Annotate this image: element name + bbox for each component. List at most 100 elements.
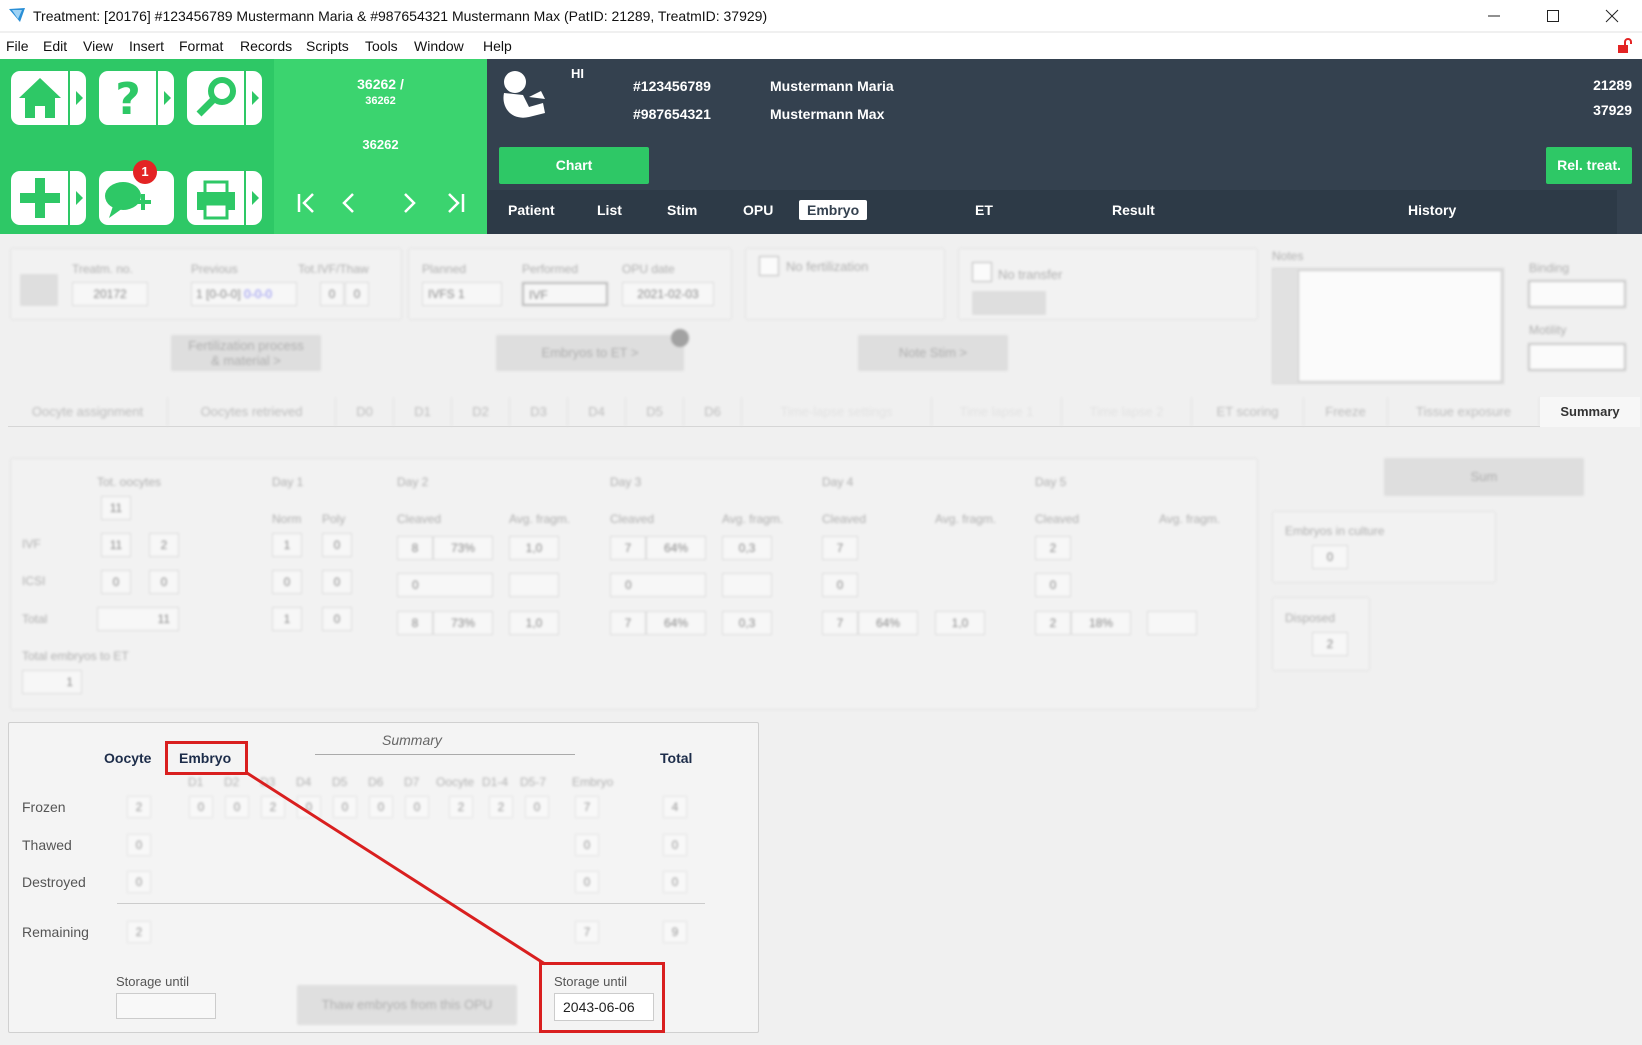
col-d5-7: D5-7	[520, 775, 547, 789]
stat-cell: 0,3	[722, 536, 772, 560]
tab-opu[interactable]: OPU	[743, 202, 773, 218]
menu-file[interactable]: File	[6, 38, 29, 54]
previous-field[interactable]: 1 [0-0-0] 0-0-0	[191, 282, 297, 306]
tab-list[interactable]: List	[597, 202, 622, 218]
menu-records[interactable]: Records	[240, 38, 292, 54]
last-record-icon[interactable]	[444, 192, 466, 214]
tab-history[interactable]: History	[1408, 202, 1456, 218]
thaw-embryos-button[interactable]: Thaw embryos from this OPU	[297, 985, 517, 1025]
avg-fragm-label-d5: Avg. fragm.	[1159, 512, 1221, 526]
fert-button-line2: & material >	[211, 353, 281, 368]
ivf-row-label: IVF	[22, 537, 41, 551]
tot-thaw-field[interactable]: 0	[345, 282, 369, 306]
subtab-oocytes-retrieved[interactable]: Oocytes retrieved	[168, 397, 336, 427]
no-fertilization-checkbox[interactable]	[759, 256, 779, 276]
treatm-id: 37929	[1593, 102, 1632, 118]
previous-link[interactable]: 0-0-0	[244, 287, 272, 301]
tot-oocytes-field: 11	[101, 496, 131, 520]
note-stim-button[interactable]: Note Stim >	[858, 335, 1008, 371]
stat-cell: 64%	[646, 536, 706, 560]
subtab-d1[interactable]: D1	[394, 397, 452, 427]
performed-field[interactable]: IVF	[522, 282, 608, 306]
subtab-freeze[interactable]: Freeze	[1304, 397, 1388, 427]
embryos-to-et-button[interactable]: Embryos to ET >	[496, 335, 684, 371]
treatm-no-field[interactable]: 20172	[72, 282, 148, 306]
stat-cell: 73%	[433, 536, 493, 560]
tab-result[interactable]: Result	[1112, 202, 1155, 218]
fertilization-process-button[interactable]: Fertilization process & material >	[171, 335, 321, 371]
stat-cell: 8	[397, 611, 433, 635]
transfer-expand-button[interactable]	[972, 291, 1046, 315]
previous-record-icon[interactable]	[338, 192, 360, 214]
motility-field[interactable]	[1528, 343, 1626, 371]
subtab-et-scoring[interactable]: ET scoring	[1192, 397, 1304, 427]
tot-ivf-field[interactable]: 0	[320, 282, 344, 306]
record-counter: 36262 /	[357, 76, 404, 92]
annotation-box-storage	[539, 962, 665, 1033]
total-column-label: Total	[660, 750, 693, 766]
stat-cell: 0	[322, 533, 352, 557]
subtab-summary[interactable]: Summary	[1540, 397, 1640, 427]
icsi-row-label: ICSI	[22, 574, 46, 588]
next-record-icon[interactable]	[398, 192, 420, 214]
tab-patient[interactable]: Patient	[508, 202, 555, 218]
print-button[interactable]	[187, 171, 262, 225]
subtab-time-lapse-2[interactable]: Time lapse 2	[1062, 397, 1192, 427]
notification-badge: 1	[133, 160, 157, 184]
planned-field[interactable]: IVFS 1	[422, 282, 502, 306]
menu-help[interactable]: Help	[483, 38, 512, 54]
subtab-oocyte-assignment[interactable]: Oocyte assignment	[8, 397, 168, 427]
menu-tools[interactable]: Tools	[365, 38, 398, 54]
first-record-icon[interactable]	[296, 192, 318, 214]
baby-icon	[503, 71, 545, 118]
menu-scripts[interactable]: Scripts	[306, 38, 349, 54]
stat-cell: 73%	[433, 611, 493, 635]
menu-window[interactable]: Window	[414, 38, 464, 54]
storage-until-oocyte-field[interactable]	[116, 993, 216, 1019]
notes-textarea[interactable]	[1298, 270, 1502, 382]
minimize-button[interactable]	[1465, 0, 1523, 31]
frozen-d1-4: 2	[489, 796, 513, 818]
add-button[interactable]	[11, 171, 86, 225]
stat-cell: 1,0	[509, 536, 559, 560]
patient-header: HI #123456789 Mustermann Maria #98765432…	[487, 59, 1642, 234]
chart-button[interactable]: Chart	[499, 147, 649, 184]
binding-field[interactable]	[1528, 280, 1626, 308]
tot-ivf-thaw-label: Tot.IVF/Thaw	[298, 262, 369, 276]
subtab-d4[interactable]: D4	[568, 397, 626, 427]
no-transfer-checkbox[interactable]	[972, 262, 992, 282]
close-button[interactable]	[1583, 0, 1641, 31]
col-d1: D1	[188, 775, 204, 789]
tab-stim[interactable]: Stim	[667, 202, 697, 218]
thawed-embryo: 0	[575, 834, 599, 856]
expand-button[interactable]	[20, 274, 58, 306]
subtab-time-lapse-1[interactable]: Time lapse 1	[932, 397, 1062, 427]
search-button[interactable]	[187, 71, 262, 125]
unlock-icon[interactable]	[1617, 38, 1633, 54]
stat-cell: 7	[822, 611, 858, 635]
help-button[interactable]: ?	[99, 71, 174, 125]
subtab-d5[interactable]: D5	[626, 397, 684, 427]
menu-edit[interactable]: Edit	[43, 38, 67, 54]
tab-embryo[interactable]: Embryo	[799, 200, 868, 220]
tab-et[interactable]: ET	[975, 202, 993, 218]
subtab-d2[interactable]: D2	[452, 397, 510, 427]
home-button[interactable]	[11, 71, 86, 125]
opu-date-field[interactable]: 2021-02-03	[622, 282, 714, 306]
previous-label: Previous	[191, 262, 238, 276]
subtab-time-lapse-settings[interactable]: Time-lapse settings	[742, 397, 932, 427]
avg-fragm-label-d3: Avg. fragm.	[722, 512, 784, 526]
avg-fragm-label-d4: Avg. fragm.	[935, 512, 997, 526]
menu-view[interactable]: View	[83, 38, 113, 54]
subtab-d3[interactable]: D3	[510, 397, 568, 427]
menu-insert[interactable]: Insert	[129, 38, 164, 54]
poly-label: Poly	[322, 512, 346, 526]
sum-button[interactable]: Sum	[1384, 458, 1584, 496]
subtab-d0[interactable]: D0	[336, 397, 394, 427]
rel-treat-button[interactable]: Rel. treat.	[1546, 147, 1632, 184]
menu-format[interactable]: Format	[179, 38, 223, 54]
maximize-button[interactable]	[1524, 0, 1582, 31]
subtab-tissue-exposure[interactable]: Tissue exposure	[1388, 397, 1540, 427]
total-embryos-to-et-field: 1	[22, 670, 82, 694]
subtab-d6[interactable]: D6	[684, 397, 742, 427]
